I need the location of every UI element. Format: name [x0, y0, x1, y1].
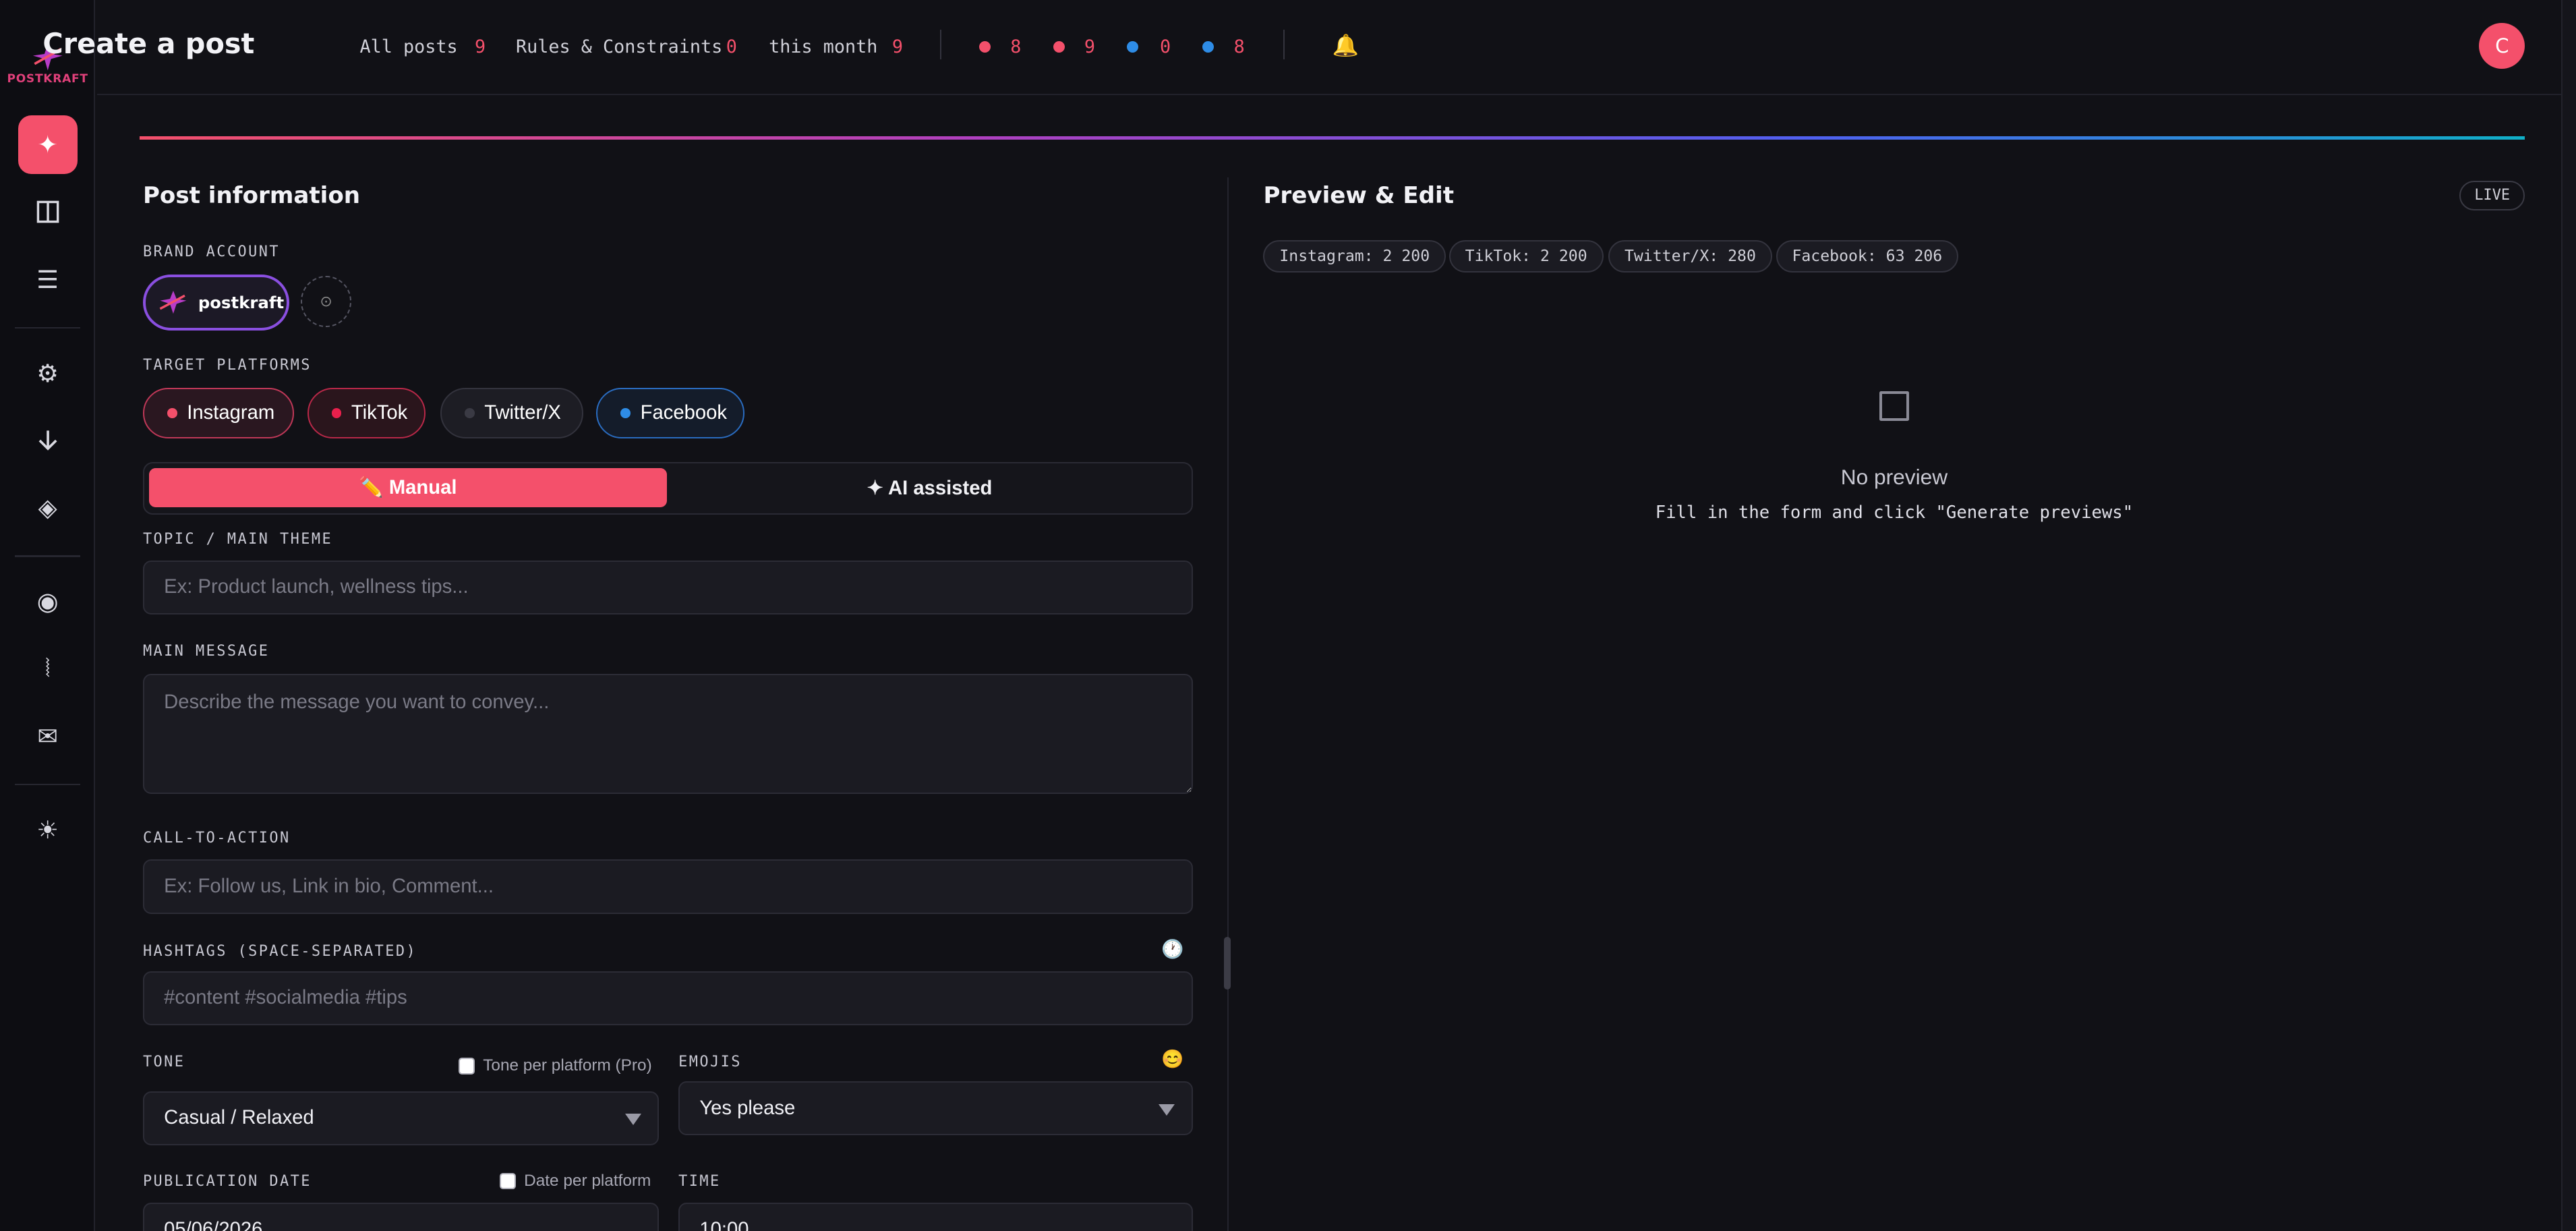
platform-count-tiktok: 9 [1084, 36, 1096, 57]
preview-title: Preview & Edit [1263, 182, 1455, 210]
facebook-dot-icon [620, 408, 631, 418]
sidebar-item-columns[interactable] [18, 182, 78, 241]
diamond-icon: ◈ [38, 494, 57, 522]
empty-preview-hint: Fill in the form and click "Generate pre… [1655, 503, 2134, 523]
platform-toggle-instagram[interactable]: Instagram [142, 387, 295, 439]
page-title: Create a post [42, 28, 255, 61]
hashtags-input[interactable] [142, 971, 1193, 1026]
emojis-label: EMOJIS [678, 1053, 742, 1070]
sidebar-item-create[interactable]: ✦ [18, 115, 78, 175]
stat-label-all-posts: All posts [359, 36, 458, 57]
platform-toggle-tiktok[interactable]: TikTok [307, 387, 426, 439]
tiktok-dot-icon [331, 408, 342, 418]
accent-gradient-line [140, 136, 2525, 140]
form-scrollbar-thumb[interactable] [1223, 936, 1231, 990]
topic-label: TOPIC / MAIN THEME [142, 530, 333, 548]
sidebar-item-tags[interactable]: ◈ [18, 478, 78, 538]
arrow-down-icon [38, 430, 57, 451]
add-brand-button[interactable]: ⊙ [300, 276, 352, 327]
panel-divider [1227, 177, 1229, 1231]
circle-dot-icon: ⊙ [320, 293, 332, 310]
sparkle-icon: ✦ [37, 130, 58, 159]
mode-ai-button[interactable]: ✦ AI assisted [670, 468, 1190, 507]
empty-preview-icon [1879, 391, 1909, 421]
platform-toggle-twitter[interactable]: Twitter/X [440, 387, 583, 439]
cta-input[interactable] [142, 859, 1193, 914]
mode-switch: ✏️ Manual ✦ AI assisted [142, 461, 1193, 515]
sidebar-item-theme[interactable]: ☀ [18, 800, 78, 859]
platform-count-instagram: 8 [1010, 36, 1022, 57]
platform-count-facebook: 8 [1233, 36, 1245, 57]
sun-icon: ☀ [36, 815, 59, 844]
platform-dot-tiktok [1053, 40, 1065, 53]
message-label: MAIN MESSAGE [142, 642, 270, 660]
sidebar-item-activity[interactable]: ⦚ [18, 639, 78, 699]
brand-account-pill[interactable]: postkraft [142, 274, 289, 331]
limit-chip-twitter: Twitter/X: 280 [1608, 239, 1772, 273]
tone-label: TONE [142, 1053, 185, 1070]
live-badge: LIVE [2459, 180, 2525, 210]
emojis-select[interactable]: Yes please [678, 1081, 1193, 1136]
platform-count-twitter: 0 [1159, 36, 1171, 57]
sidebar-item-record[interactable]: ◉ [18, 572, 78, 631]
limit-chip-instagram: Instagram: 2 200 [1263, 239, 1446, 273]
brand-account-name: postkraft [198, 292, 285, 312]
tone-per-platform-checkbox[interactable]: Tone per platform (Pro) [458, 1056, 652, 1075]
mail-icon: ✉ [37, 722, 58, 750]
instagram-dot-icon [167, 408, 177, 418]
brand-logo-icon [160, 291, 187, 314]
sidebar-item-download[interactable] [18, 411, 78, 470]
gear-icon: ⚙ [36, 359, 59, 387]
chevron-down-icon [1159, 1104, 1175, 1116]
cta-label: CALL-TO-ACTION [142, 830, 291, 847]
hashtags-label: HASHTAGS (SPACE-SEPARATED) [142, 943, 417, 961]
sidebar-item-list[interactable]: ☰ [18, 250, 78, 309]
mode-manual-button[interactable]: ✏️ Manual [149, 467, 667, 508]
squiggle-icon: ⦚ [45, 654, 51, 683]
platform-dot-instagram [978, 40, 991, 53]
stat-label-month: this month [769, 36, 878, 57]
tone-select[interactable]: Casual / Relaxed [142, 1091, 659, 1146]
checkbox-icon [499, 1172, 516, 1190]
form-section-title: Post information [142, 182, 361, 210]
platform-toggle-facebook[interactable]: Facebook [596, 387, 744, 439]
sidebar: POSTKRAFT ✦ ☰ ⚙ ◈ ◉ ⦚ ✉ ☀ [0, 0, 96, 1231]
limit-chip-facebook: Facebook: 63 206 [1776, 239, 1959, 273]
limit-chip-tiktok: TikTok: 2 200 [1448, 239, 1604, 273]
date-per-platform-checkbox[interactable]: Date per platform [499, 1172, 651, 1191]
sidebar-item-mail[interactable]: ✉ [18, 707, 78, 766]
time-input[interactable]: 10:00 [678, 1203, 1193, 1231]
chevron-down-icon [624, 1114, 641, 1126]
brand-account-label: BRAND ACCOUNT [142, 243, 281, 260]
publication-date-input[interactable]: 05/06/2026 [142, 1203, 659, 1231]
topic-input[interactable] [142, 560, 1193, 615]
sidebar-item-settings[interactable]: ⚙ [18, 343, 78, 403]
stat-label-rules: Rules & Constraints [515, 36, 723, 57]
smile-emoji-icon: 😊 [1161, 1049, 1184, 1070]
publication-date-label: PUBLICATION DATE [142, 1173, 312, 1191]
bell-icon[interactable]: 🔔 [1333, 33, 1359, 58]
twitter-dot-icon [464, 408, 475, 418]
columns-icon [36, 200, 59, 223]
checkbox-icon [458, 1058, 475, 1075]
stat-value-rules: 0 [726, 36, 737, 57]
logo-text: POSTKRAFT [7, 72, 88, 86]
target-platforms-label: TARGET PLATFORMS [142, 356, 312, 374]
time-label: TIME [678, 1173, 721, 1191]
record-icon: ◉ [36, 588, 59, 616]
history-clock-icon[interactable]: 🕐 [1161, 938, 1183, 960]
empty-preview-title: No preview [1840, 465, 1948, 490]
stat-value-month: 9 [891, 36, 903, 57]
stat-value-all-posts: 9 [475, 36, 486, 57]
message-textarea[interactable] [142, 673, 1193, 794]
page-scrollbar[interactable] [2561, 0, 2576, 1231]
list-icon: ☰ [36, 265, 59, 293]
